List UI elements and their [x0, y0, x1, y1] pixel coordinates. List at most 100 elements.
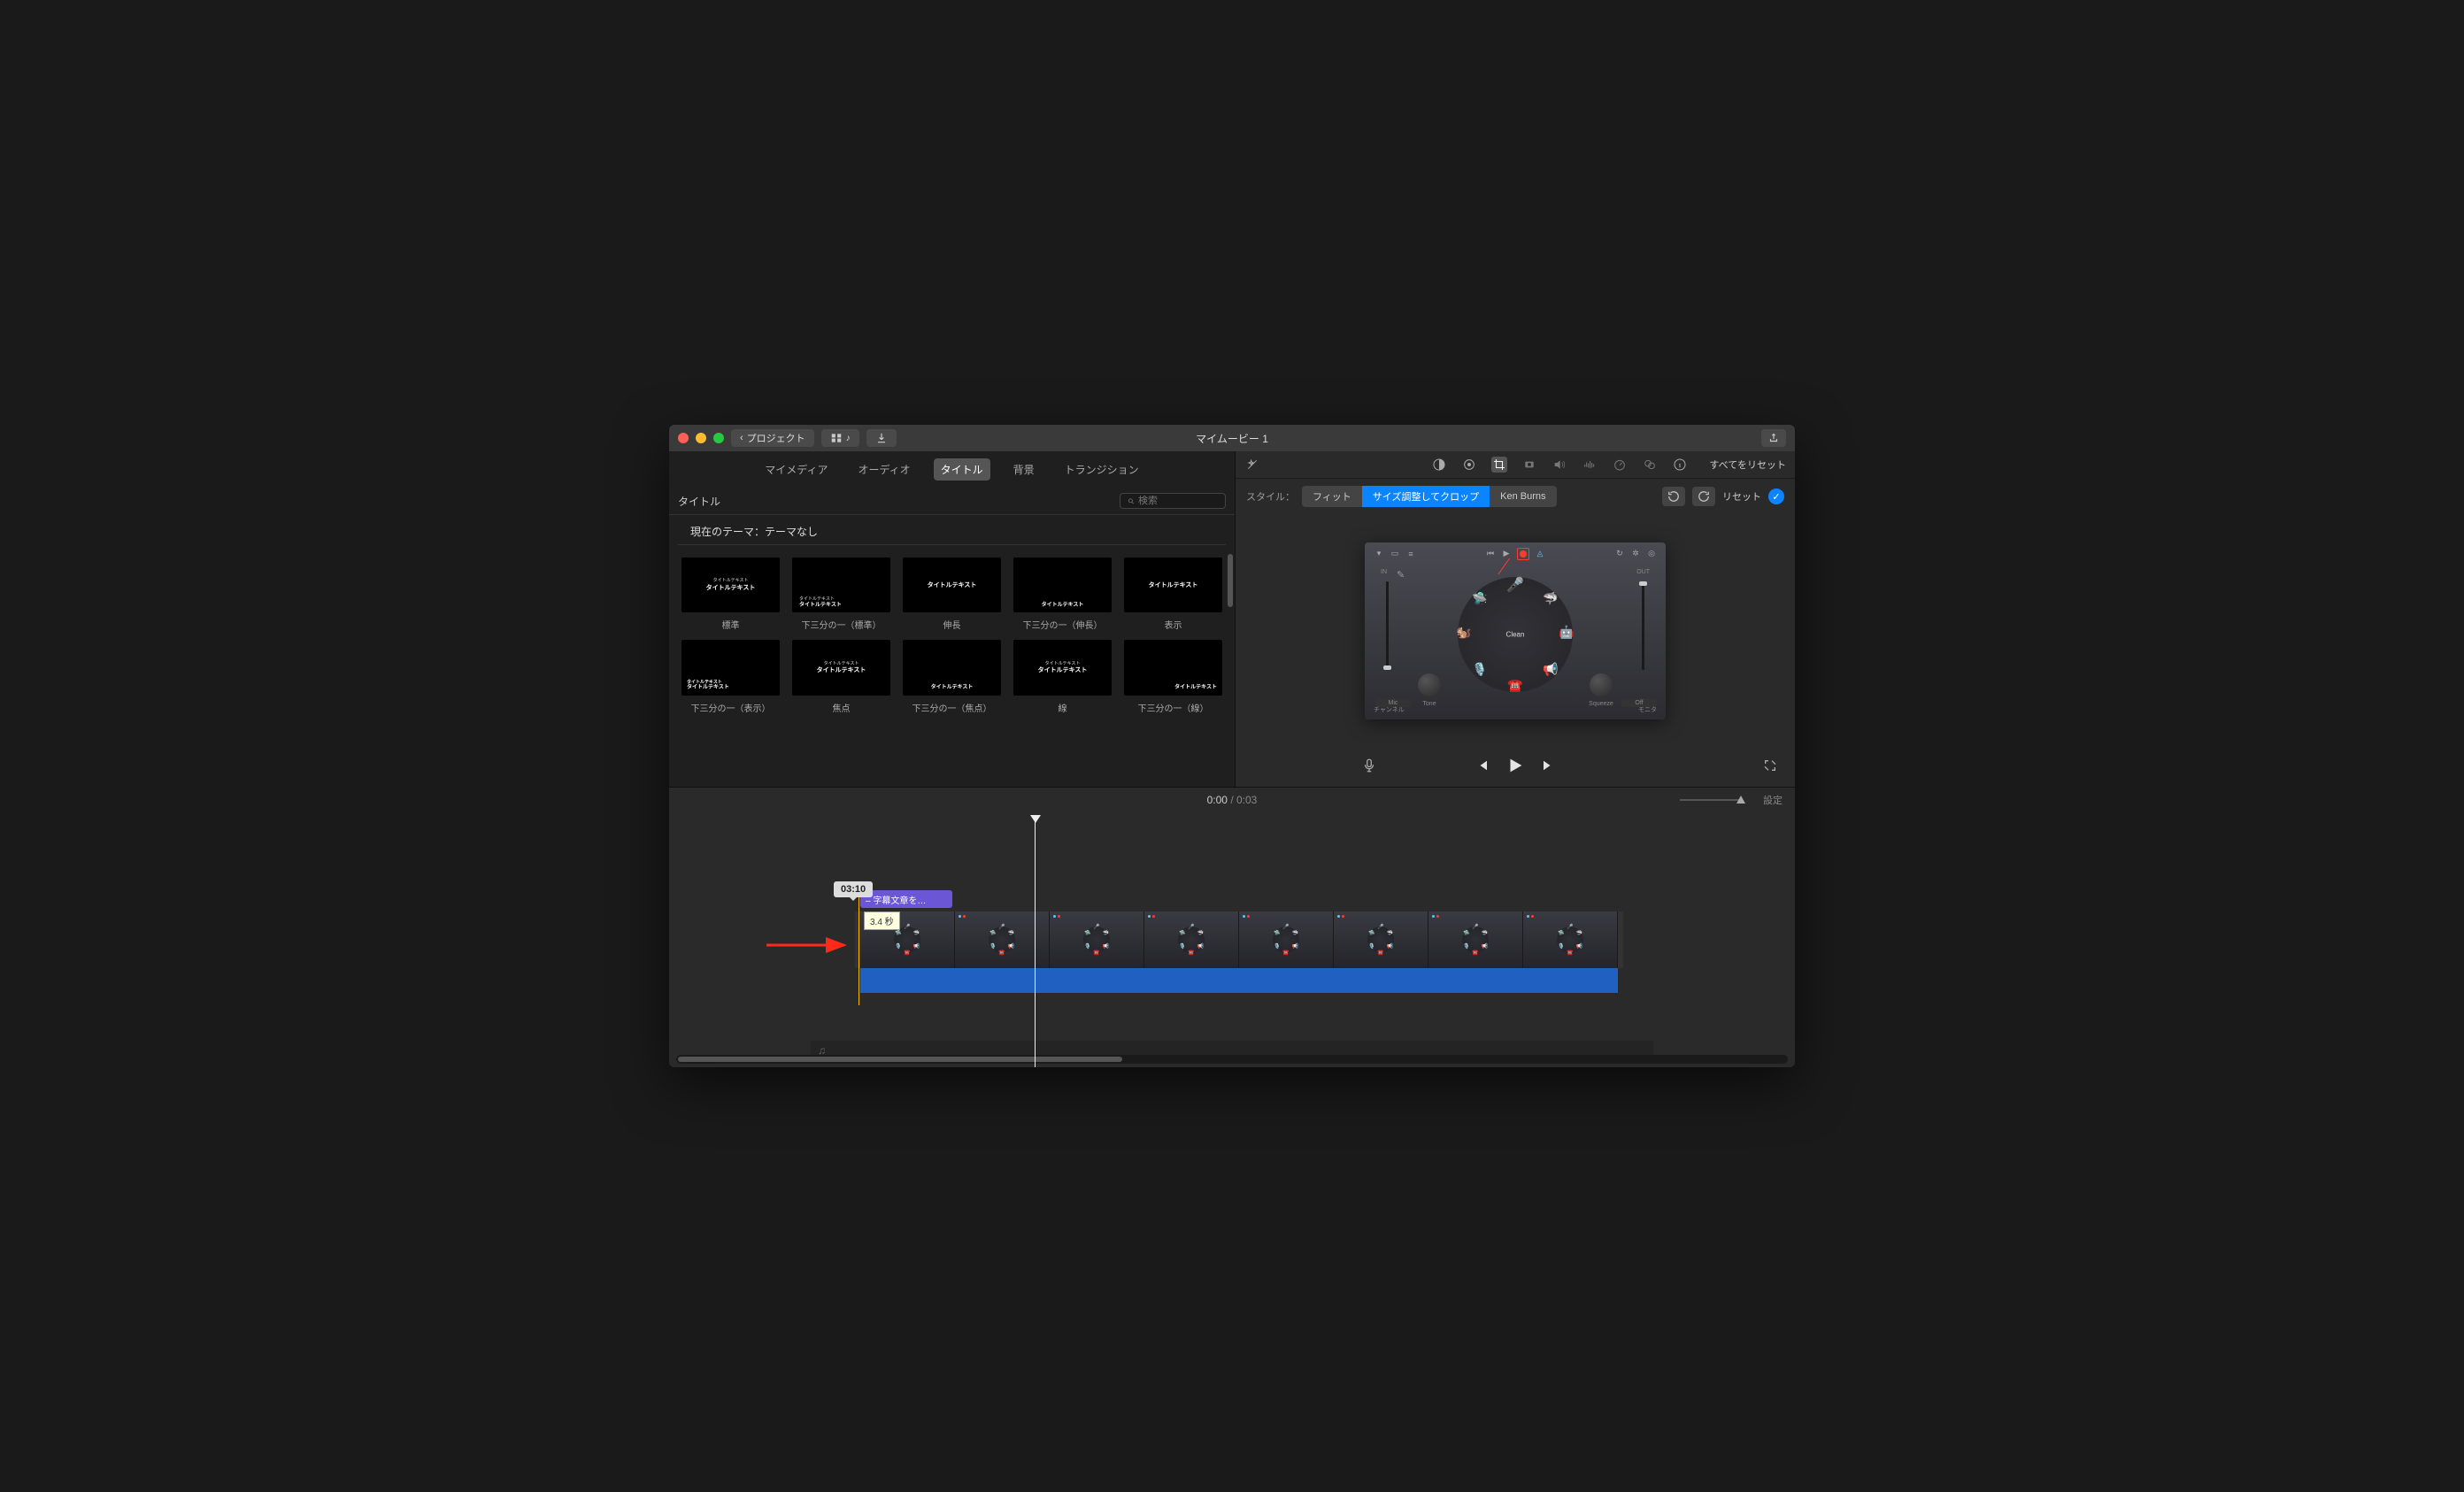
media-tabs: マイメディア オーディオ タイトル 背景 トランジション	[669, 451, 1235, 488]
volume-icon[interactable]	[1552, 457, 1567, 473]
annotation-arrow	[766, 936, 855, 957]
style-label: スタイル：	[1246, 489, 1295, 504]
out-slider	[1642, 581, 1644, 670]
clip-right-edge[interactable]	[1618, 911, 1623, 968]
audio-track[interactable]	[860, 968, 1618, 993]
title-item[interactable]: タイトルテキスト下三分の一（線）	[1124, 640, 1222, 713]
share-button[interactable]	[1761, 429, 1786, 447]
clip-thumbnail: 🎤🛸🦈🎙️📢☎️	[1144, 911, 1239, 968]
list-icon: ≡	[1405, 549, 1416, 559]
apply-check-icon[interactable]: ✓	[1768, 488, 1784, 504]
rotate-cw-icon	[1698, 490, 1710, 503]
browser-section-label: タイトル	[678, 494, 720, 509]
reset-crop-button[interactable]: リセット	[1722, 489, 1761, 504]
app-window: ‹ プロジェクト ♪ マイムービー 1 マイメディア オーディオ タイトル 背景…	[669, 425, 1795, 1067]
scrub-time-badge: 03:10	[834, 881, 873, 897]
minimize-window-button[interactable]	[696, 433, 706, 443]
window-title: マイムービー 1	[1196, 431, 1268, 446]
timeline-scrollbar[interactable]	[676, 1055, 1788, 1064]
browser-scrollbar[interactable]	[1228, 554, 1233, 607]
info-icon[interactable]	[1672, 457, 1688, 473]
preview-toolbar: ▾ ▭ ≡ ⏮ ▶ ◬ ↻ ✲ ◎	[1374, 548, 1657, 560]
metronome-icon: ◬	[1535, 549, 1545, 559]
reset-all-button[interactable]: すべてをリセット	[1709, 458, 1786, 472]
title-item[interactable]: タイトルテキスト伸長	[903, 558, 1001, 631]
timeline-settings-button[interactable]: 設定	[1763, 793, 1783, 807]
playback-bar	[1236, 747, 1795, 787]
duration: 0:03	[1236, 794, 1257, 806]
tab-titles[interactable]: タイトル	[934, 458, 990, 481]
squeeze-knob	[1590, 673, 1613, 696]
stabilize-icon[interactable]	[1521, 457, 1537, 473]
search-input[interactable]	[1138, 496, 1218, 506]
gear-icon: ✲	[1630, 549, 1641, 559]
titles-grid: タイトルテキストタイトルテキスト標準 タイトルテキストタイトルテキスト下三分の一…	[669, 545, 1235, 727]
theme-label: 現在のテーマ：テーマなし	[678, 515, 1226, 545]
speed-icon[interactable]	[1612, 457, 1628, 473]
title-clip[interactable]: – 字幕文章を…	[860, 890, 952, 908]
browser-header: タイトル	[669, 488, 1235, 515]
play-button[interactable]	[1505, 756, 1525, 778]
tab-backgrounds[interactable]: 背景	[1006, 458, 1042, 481]
record-indicator-line	[1498, 558, 1510, 574]
crop-icon[interactable]	[1491, 457, 1507, 473]
download-arrow-icon	[875, 432, 888, 444]
rotate-ccw-button[interactable]	[1662, 487, 1685, 506]
voiceover-mic-icon[interactable]	[1361, 758, 1377, 776]
title-item[interactable]: タイトルテキストタイトルテキスト下三分の一（表示）	[681, 640, 780, 713]
voice-wheel: Clean 🎤 🛸 🦈 🐿️ 🤖 🎙️ 📢 ☎️	[1458, 577, 1573, 692]
playhead-marker[interactable]	[1030, 815, 1041, 823]
title-item[interactable]: タイトルテキストタイトルテキスト標準	[681, 558, 780, 631]
play-mini-icon: ▶	[1501, 549, 1512, 559]
library-list-button[interactable]: ♪	[821, 429, 859, 447]
title-item[interactable]: タイトルテキスト下三分の一（焦点）	[903, 640, 1001, 713]
clip-thumbnail: 🎤🛸🦈🎙️📢☎️	[1050, 911, 1144, 968]
magic-wand-icon[interactable]	[1244, 457, 1260, 473]
close-window-button[interactable]	[678, 433, 689, 443]
tab-my-media[interactable]: マイメディア	[758, 458, 835, 481]
video-clip[interactable]: 🎤🛸🦈🎙️📢☎️ 🎤🛸🦈🎙️📢☎️ 🎤🛸🦈🎙️📢☎️ 🎤🛸🦈🎙️📢☎️ 🎤🛸🦈🎙…	[860, 911, 1618, 968]
color-wheel-icon[interactable]	[1461, 457, 1477, 473]
view-mode-icon: ▭	[1390, 549, 1400, 559]
upper-split: マイメディア オーディオ タイトル 背景 トランジション タイトル 現在のテーマ…	[669, 451, 1795, 788]
crop-to-fill-button[interactable]: サイズ調整してクロップ	[1362, 486, 1490, 507]
rotate-ccw-icon	[1667, 490, 1680, 503]
ken-burns-button[interactable]: Ken Burns	[1490, 486, 1556, 507]
zoom-window-button[interactable]	[713, 433, 724, 443]
fit-button[interactable]: フィット	[1302, 486, 1362, 507]
timeline-area[interactable]: 03:10 – 字幕文章を… 3.4 秒 🎤🛸🦈🎙️📢☎️ 🎤🛸🦈🎙️📢☎️ 🎤…	[669, 812, 1795, 1067]
noise-reduction-icon[interactable]	[1582, 457, 1598, 473]
preview-area: ▾ ▭ ≡ ⏮ ▶ ◬ ↻ ✲ ◎ IN OU	[1236, 514, 1795, 747]
skip-back-button[interactable]	[1474, 758, 1490, 776]
wheel-center-label: Clean	[1506, 630, 1525, 638]
grid-icon	[830, 432, 843, 444]
preview-canvas[interactable]: ▾ ▭ ≡ ⏮ ▶ ◬ ↻ ✲ ◎ IN OU	[1365, 542, 1666, 719]
crop-style-segment: フィット サイズ調整してクロップ Ken Burns	[1302, 486, 1557, 507]
in-slider	[1386, 581, 1389, 670]
playhead-line	[1035, 821, 1036, 1067]
tab-audio[interactable]: オーディオ	[851, 458, 917, 481]
tab-transitions[interactable]: トランジション	[1058, 458, 1146, 481]
back-to-projects-button[interactable]: ‹ プロジェクト	[731, 429, 814, 447]
in-label: IN	[1381, 569, 1387, 575]
timeline-panel: 0:00 / 0:03 設定 03:10 – 字幕文章を… 3.4 秒 🎤🛸🦈🎙…	[669, 788, 1795, 1067]
rotate-cw-button[interactable]	[1692, 487, 1715, 506]
title-item[interactable]: タイトルテキストタイトルテキスト焦点	[792, 640, 890, 713]
clip-thumbnail: 🎤🛸🦈🎙️📢☎️	[1523, 911, 1618, 968]
clip-filter-icon[interactable]	[1642, 457, 1658, 473]
zoom-slider[interactable]	[1680, 799, 1742, 801]
traffic-lights	[678, 433, 724, 443]
time-display: 0:00 / 0:03	[1207, 794, 1258, 806]
import-button[interactable]	[866, 429, 897, 447]
brush-icon: ✎	[1397, 569, 1405, 581]
duration-tooltip: 3.4 秒	[864, 911, 900, 930]
title-item[interactable]: タイトルテキストタイトルテキスト下三分の一（標準）	[792, 558, 890, 631]
title-item[interactable]: タイトルテキスト下三分の一（伸長）	[1013, 558, 1112, 631]
title-item[interactable]: タイトルテキストタイトルテキスト線	[1013, 640, 1112, 713]
color-balance-icon[interactable]	[1431, 457, 1447, 473]
search-box	[1120, 493, 1226, 509]
titlebar: ‹ プロジェクト ♪ マイムービー 1	[669, 425, 1795, 451]
title-item[interactable]: タイトルテキスト表示	[1124, 558, 1222, 631]
skip-forward-button[interactable]	[1541, 758, 1557, 776]
fullscreen-button[interactable]	[1763, 758, 1777, 775]
